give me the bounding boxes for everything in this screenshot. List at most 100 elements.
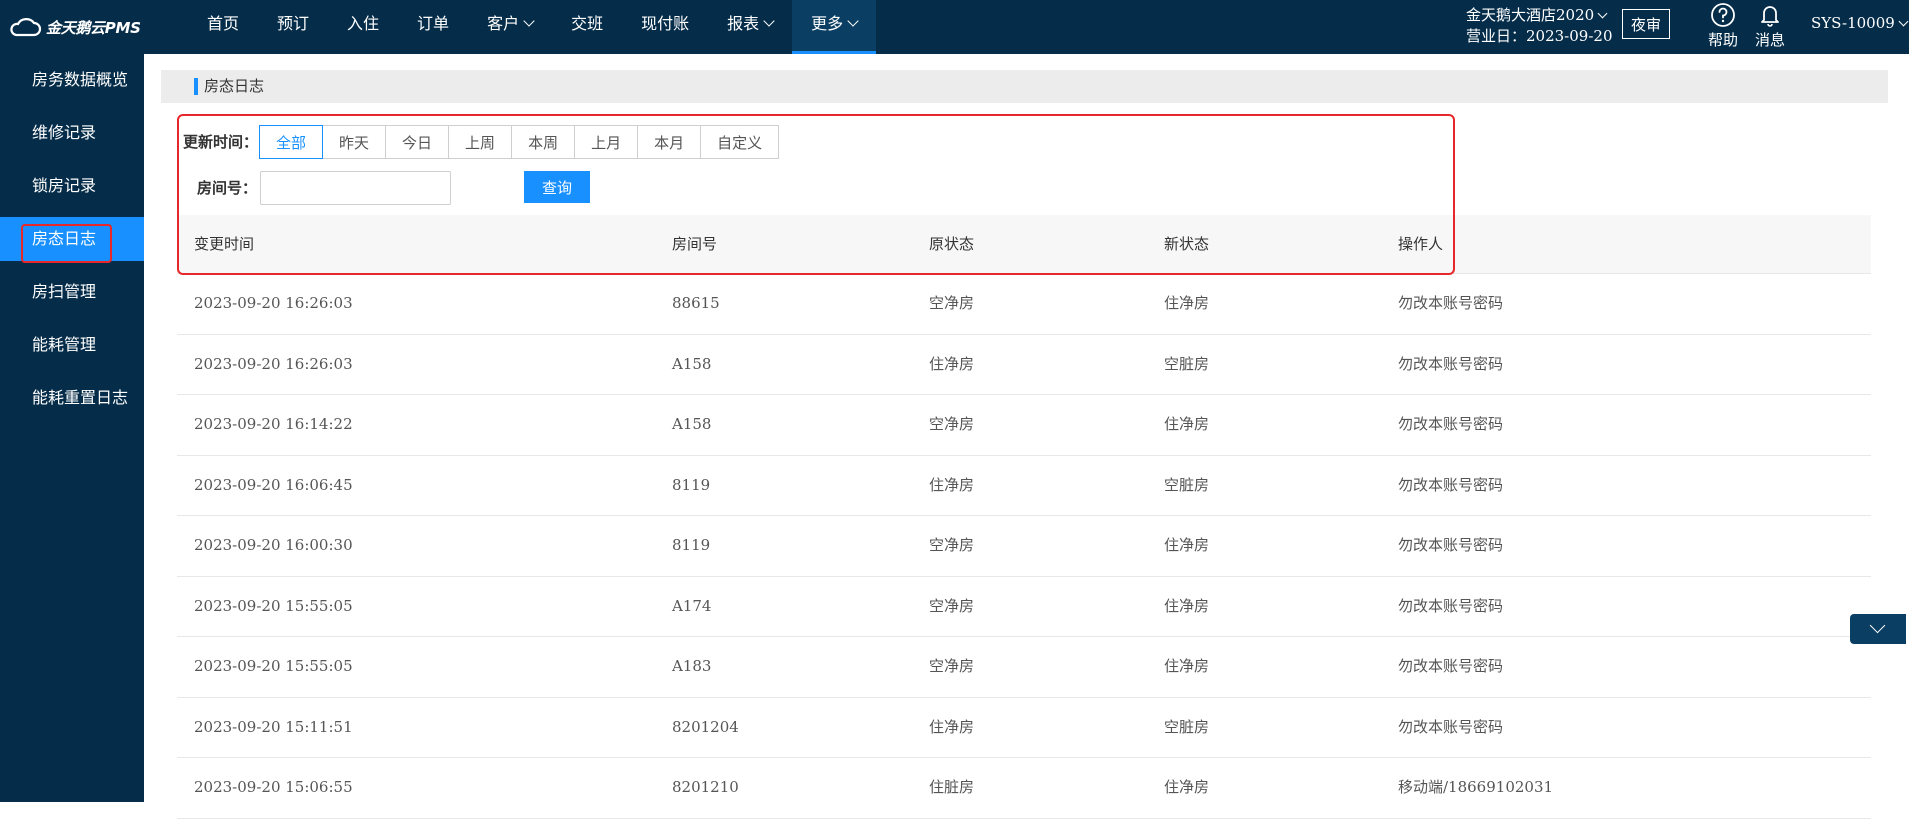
chevron-down-icon (523, 15, 535, 27)
table-row[interactable]: 2023-09-20 15:55:05 A183 空净房 住净房 勿改本账号密码 (177, 637, 1871, 698)
sidebar-item-maintenance[interactable]: 维修记录 (0, 111, 144, 155)
main-nav: 首页 预订 入住 订单 客户 交班 现付账 报表 更多 (188, 0, 877, 54)
table-row[interactable]: 2023-09-20 16:26:03 88615 空净房 住净房 勿改本账号密… (177, 274, 1871, 335)
table-row[interactable]: 2023-09-20 15:11:51 8201204 住净房 空脏房 勿改本账… (177, 698, 1871, 758)
cell-new-status: 空脏房 (1164, 475, 1210, 494)
nav-cash-account[interactable]: 现付账 (622, 0, 708, 54)
table-row[interactable]: 2023-09-20 15:06:55 8201210 住脏房 住净房 移动端/… (177, 758, 1871, 819)
nav-booking[interactable]: 预订 (258, 0, 328, 54)
sidebar-item-energy-reset-log[interactable]: 能耗重置日志 (0, 376, 144, 420)
column-header-new-status[interactable]: 新状态 (1164, 215, 1209, 274)
column-header-room-number[interactable]: 房间号 (672, 215, 717, 274)
chevron-down-icon (1597, 8, 1608, 19)
sidebar-item-room-status-log[interactable]: 房态日志 (0, 217, 144, 261)
logo-text: 金天鹅云PMS (46, 18, 141, 37)
page-title: 房态日志 (204, 77, 265, 95)
cell-new-status: 住净房 (1164, 294, 1210, 312)
cell-change-time: 2023-09-20 15:11:51 (194, 717, 353, 736)
time-option-last-month[interactable]: 上月 (574, 125, 639, 159)
cell-new-status: 空脏房 (1164, 354, 1210, 373)
nav-orders[interactable]: 订单 (398, 0, 468, 54)
table-row[interactable]: 2023-09-20 16:00:30 8119 空净房 住净房 勿改本账号密码 (177, 516, 1871, 577)
cell-room-number: A158 (672, 354, 712, 373)
time-filter-group: 全部 昨天 今日 上周 本周 上月 本月 自定义 (259, 125, 780, 159)
cell-room-number: A174 (672, 596, 712, 615)
cell-change-time: 2023-09-20 15:55:05 (194, 657, 353, 675)
time-option-all[interactable]: 全部 (259, 125, 324, 159)
title-accent-bar (194, 78, 198, 95)
cell-change-time: 2023-09-20 16:00:30 (194, 536, 353, 554)
nav-home[interactable]: 首页 (188, 0, 258, 54)
cell-change-time: 2023-09-20 16:06:45 (194, 475, 353, 494)
nav-customers[interactable]: 客户 (468, 0, 552, 54)
time-option-this-month[interactable]: 本月 (637, 125, 702, 159)
cell-room-number: 8119 (672, 536, 711, 554)
cell-operator: 勿改本账号密码 (1398, 415, 1504, 433)
nav-label: 客户 (487, 14, 520, 33)
sidebar-item-energy[interactable]: 能耗管理 (0, 323, 144, 367)
nav-label: 订单 (417, 14, 450, 33)
page-header: 房态日志 (161, 70, 1888, 103)
query-button[interactable]: 查询 (524, 171, 590, 203)
cell-change-time: 2023-09-20 15:06:55 (194, 778, 353, 796)
cell-operator: 勿改本账号密码 (1398, 657, 1504, 675)
nav-more[interactable]: 更多 (792, 0, 877, 54)
cell-change-time: 2023-09-20 16:26:03 (194, 294, 353, 312)
cell-old-status: 空净房 (929, 596, 975, 615)
hotel-name: 金天鹅大酒店2020 (1466, 6, 1595, 24)
time-option-custom[interactable]: 自定义 (700, 125, 780, 159)
cell-operator: 移动端/18669102031 (1398, 778, 1554, 796)
time-option-yesterday[interactable]: 昨天 (322, 125, 387, 159)
column-header-operator[interactable]: 操作人 (1398, 215, 1443, 274)
nav-label: 报表 (727, 14, 760, 33)
cell-room-number: A158 (672, 415, 712, 433)
scroll-down-button[interactable] (1850, 614, 1906, 644)
night-audit-button[interactable]: 夜审 (1622, 9, 1670, 39)
cell-new-status: 住净房 (1164, 596, 1210, 615)
room-number-input[interactable] (260, 171, 451, 205)
cell-operator: 勿改本账号密码 (1398, 354, 1504, 373)
cell-operator: 勿改本账号密码 (1398, 596, 1504, 615)
table-row[interactable]: 2023-09-20 16:14:22 A158 空净房 住净房 勿改本账号密码 (177, 395, 1871, 456)
time-option-today[interactable]: 今日 (385, 125, 450, 159)
column-header-change-time[interactable]: 变更时间 (194, 215, 254, 274)
nav-label: 入住 (347, 14, 380, 33)
hotel-selector[interactable]: 金天鹅大酒店2020 营业日：2023-09-20 (1466, 5, 1613, 47)
user-name: SYS-10009 (1811, 14, 1895, 32)
cell-new-status: 住净房 (1164, 536, 1210, 554)
cell-change-time: 2023-09-20 15:55:05 (194, 596, 353, 615)
nav-checkin[interactable]: 入住 (328, 0, 398, 54)
sidebar-item-room-overview[interactable]: 房务数据概览 (0, 58, 144, 102)
question-circle-icon (1711, 3, 1735, 27)
help-button[interactable]: 帮助 (1703, 2, 1743, 50)
message-label: 消息 (1754, 31, 1785, 49)
nav-shift[interactable]: 交班 (552, 0, 622, 54)
cell-operator: 勿改本账号密码 (1398, 294, 1504, 312)
time-option-last-week[interactable]: 上周 (448, 125, 513, 159)
room-status-log-table: 变更时间 房间号 原状态 新状态 操作人 2023-09-20 16:26:03… (177, 215, 1871, 819)
nav-label: 交班 (571, 14, 604, 33)
logo[interactable]: 金天鹅云PMS (8, 14, 141, 40)
cell-new-status: 住净房 (1164, 657, 1210, 675)
nav-label: 预订 (277, 14, 310, 33)
cell-old-status: 空净房 (929, 657, 975, 675)
cell-room-number: 88615 (672, 294, 720, 312)
cell-old-status: 空净房 (929, 415, 975, 433)
cell-room-number: A183 (672, 657, 712, 675)
user-menu[interactable]: SYS-10009 (1811, 14, 1909, 32)
room-number-label: 房间号： (197, 179, 258, 197)
table-row[interactable]: 2023-09-20 15:55:05 A174 空净房 住净房 勿改本账号密码 (177, 577, 1871, 637)
cell-room-number: 8119 (672, 475, 711, 494)
time-option-this-week[interactable]: 本周 (511, 125, 576, 159)
update-time-label: 更新时间： (183, 133, 259, 151)
cell-old-status: 住净房 (929, 717, 975, 736)
sidebar-item-locked-rooms[interactable]: 锁房记录 (0, 164, 144, 208)
sidebar-item-housekeeping[interactable]: 房扫管理 (0, 270, 144, 314)
column-header-old-status[interactable]: 原状态 (929, 215, 974, 274)
chevron-down-icon (763, 15, 775, 27)
table-row[interactable]: 2023-09-20 16:26:03 A158 住净房 空脏房 勿改本账号密码 (177, 335, 1871, 395)
table-row[interactable]: 2023-09-20 16:06:45 8119 住净房 空脏房 勿改本账号密码 (177, 456, 1871, 516)
message-button[interactable]: 消息 (1750, 2, 1790, 50)
nav-reports[interactable]: 报表 (708, 0, 792, 54)
bell-icon (1761, 6, 1779, 27)
